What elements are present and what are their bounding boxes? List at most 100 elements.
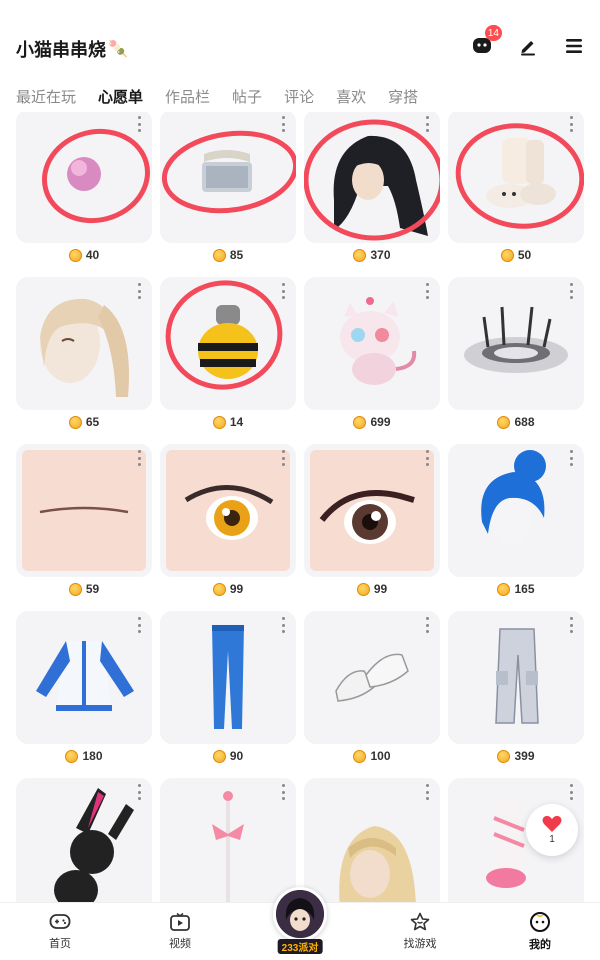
tab-wishlist[interactable]: 心愿单 — [98, 86, 143, 107]
bunny-slippers-image — [455, 123, 584, 229]
tab-posts[interactable]: 帖子 — [232, 86, 262, 107]
tab-works[interactable]: 作品栏 — [165, 86, 210, 107]
item-more-menu[interactable] — [424, 450, 430, 466]
item-thumbnail[interactable] — [304, 112, 440, 243]
wishlist-item: 65 — [16, 277, 152, 444]
item-price: 180 — [16, 749, 152, 763]
item-more-menu[interactable] — [568, 283, 574, 299]
item-thumbnail[interactable] — [16, 778, 152, 902]
item-more-menu[interactable] — [568, 617, 574, 633]
tab-recent[interactable]: 最近在玩 — [16, 86, 76, 107]
item-price: 40 — [16, 248, 152, 262]
coin-icon — [212, 582, 226, 596]
wishlist-item: 85 — [160, 112, 296, 277]
floating-like-button[interactable]: 1 — [526, 804, 578, 856]
item-more-menu[interactable] — [136, 617, 142, 633]
item-more-menu[interactable] — [568, 116, 574, 132]
header-actions: 14 — [470, 25, 586, 58]
item-thumbnail[interactable] — [160, 277, 296, 410]
nav-video[interactable]: 视频 — [120, 903, 240, 960]
blue-white-jacket-image — [36, 641, 134, 711]
black-bunny-plush-image — [54, 788, 134, 902]
coin-icon — [353, 749, 367, 763]
item-more-menu[interactable] — [136, 116, 142, 132]
item-price: 370 — [304, 248, 440, 262]
item-thumbnail[interactable] — [448, 611, 584, 744]
item-thumbnail[interactable] — [160, 778, 296, 902]
item-thumbnail[interactable] — [304, 611, 440, 744]
nav-home[interactable]: 首页 — [0, 903, 120, 960]
nav-video-label: 视频 — [169, 938, 191, 950]
video-play-icon — [170, 912, 190, 931]
item-more-menu[interactable] — [136, 450, 142, 466]
item-more-menu[interactable] — [280, 617, 286, 633]
item-thumbnail[interactable] — [304, 277, 440, 410]
coin-icon — [353, 415, 367, 429]
tab-comments[interactable]: 评论 — [284, 86, 314, 107]
nav-me-label: 我的 — [529, 939, 551, 951]
item-more-menu[interactable] — [136, 784, 142, 800]
item-price: 90 — [160, 749, 296, 763]
wishlist-item: 99 — [304, 444, 440, 611]
item-price: 65 — [16, 415, 152, 429]
item-more-menu[interactable] — [568, 784, 574, 800]
item-more-menu[interactable] — [424, 784, 430, 800]
item-thumbnail[interactable] — [448, 277, 584, 410]
face-icon — [530, 912, 550, 932]
item-thumbnail[interactable] — [160, 611, 296, 744]
tab-outfits[interactable]: 穿搭 — [388, 86, 418, 107]
wishlist-item: 688 — [448, 277, 584, 444]
item-thumbnail[interactable] — [448, 444, 584, 577]
blue-pants-image — [212, 625, 244, 729]
item-more-menu[interactable] — [280, 450, 286, 466]
black-long-hair-image — [304, 119, 440, 241]
item-thumbnail[interactable] — [448, 112, 584, 243]
item-more-menu[interactable] — [424, 116, 430, 132]
item-price: 699 — [304, 415, 440, 429]
coin-icon — [353, 248, 367, 262]
nav-find-games[interactable]: 找游戏 — [360, 903, 480, 960]
coin-icon — [497, 415, 511, 429]
item-thumbnail[interactable] — [16, 112, 152, 243]
item-thumbnail[interactable] — [304, 778, 440, 902]
item-price: 100 — [304, 749, 440, 763]
coin-icon — [68, 415, 82, 429]
nav-home-label: 首页 — [49, 938, 71, 950]
silver-band-image — [161, 130, 296, 214]
wishlist-item: 90 — [160, 611, 296, 778]
item-thumbnail[interactable] — [16, 277, 152, 410]
item-price: 85 — [160, 248, 296, 262]
item-thumbnail[interactable] — [16, 611, 152, 744]
wishlist-item — [16, 778, 152, 902]
item-thumbnail[interactable] — [160, 112, 296, 243]
edit-button[interactable] — [516, 34, 540, 58]
heart-icon — [542, 815, 562, 832]
tab-likes[interactable]: 喜欢 — [336, 86, 366, 107]
wishlist-item — [160, 778, 296, 902]
amber-eye-image — [166, 450, 290, 571]
wishlist-item: 165 — [448, 444, 584, 611]
nav-party[interactable]: 233派对 — [240, 887, 360, 960]
item-more-menu[interactable] — [280, 116, 286, 132]
menu-button[interactable] — [562, 34, 586, 58]
item-more-menu[interactable] — [136, 283, 142, 299]
nav-me[interactable]: 我的 — [480, 903, 600, 960]
item-more-menu[interactable] — [424, 617, 430, 633]
item-more-menu[interactable] — [280, 283, 286, 299]
item-more-menu[interactable] — [568, 450, 574, 466]
thin-brow-face-image — [22, 450, 146, 571]
item-more-menu[interactable] — [424, 283, 430, 299]
item-thumbnail[interactable] — [16, 444, 152, 577]
pink-cat-creature-image — [340, 297, 417, 385]
coin-icon — [497, 582, 511, 596]
party-avatar-icon[interactable] — [273, 887, 327, 941]
item-price: 688 — [448, 415, 584, 429]
message-button[interactable]: 14 — [470, 25, 502, 58]
wishlist-item: 59 — [16, 444, 152, 611]
white-sneakers-image — [335, 653, 409, 702]
item-thumbnail[interactable] — [160, 444, 296, 577]
blue-bun-hair-image — [481, 450, 546, 546]
wishlist-grid-scroll[interactable]: 40 85 370 50 65 14 699 688 59 99 99 165 … — [0, 112, 600, 902]
item-thumbnail[interactable] — [304, 444, 440, 577]
item-more-menu[interactable] — [280, 784, 286, 800]
